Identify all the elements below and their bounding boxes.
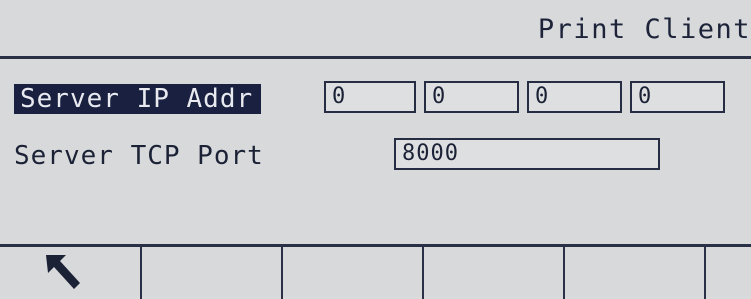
softkey-3[interactable]: [283, 247, 424, 299]
server-port-field[interactable]: 8000: [394, 138, 660, 170]
server-ip-octet-2[interactable]: 0: [424, 81, 519, 113]
softkey-5[interactable]: [565, 247, 706, 299]
softkey-bar: [0, 244, 751, 299]
server-ip-octet-3[interactable]: 0: [527, 81, 622, 113]
page-title: Print Client: [537, 14, 751, 45]
softkey-back[interactable]: [0, 247, 142, 299]
softkey-2[interactable]: [142, 247, 283, 299]
terminal-screen: Print Client Server IP Addr 0 0 0 0 Serv…: [0, 0, 751, 299]
title-divider: [0, 56, 751, 59]
server-ip-label[interactable]: Server IP Addr: [14, 84, 262, 114]
back-arrow-icon: [46, 255, 80, 289]
server-ip-octet-4[interactable]: 0: [630, 81, 725, 113]
server-ip-octet-1[interactable]: 0: [324, 81, 416, 113]
server-port-label: Server TCP Port: [14, 141, 264, 171]
softkey-4[interactable]: [424, 247, 565, 299]
softkey-6[interactable]: [706, 247, 751, 299]
